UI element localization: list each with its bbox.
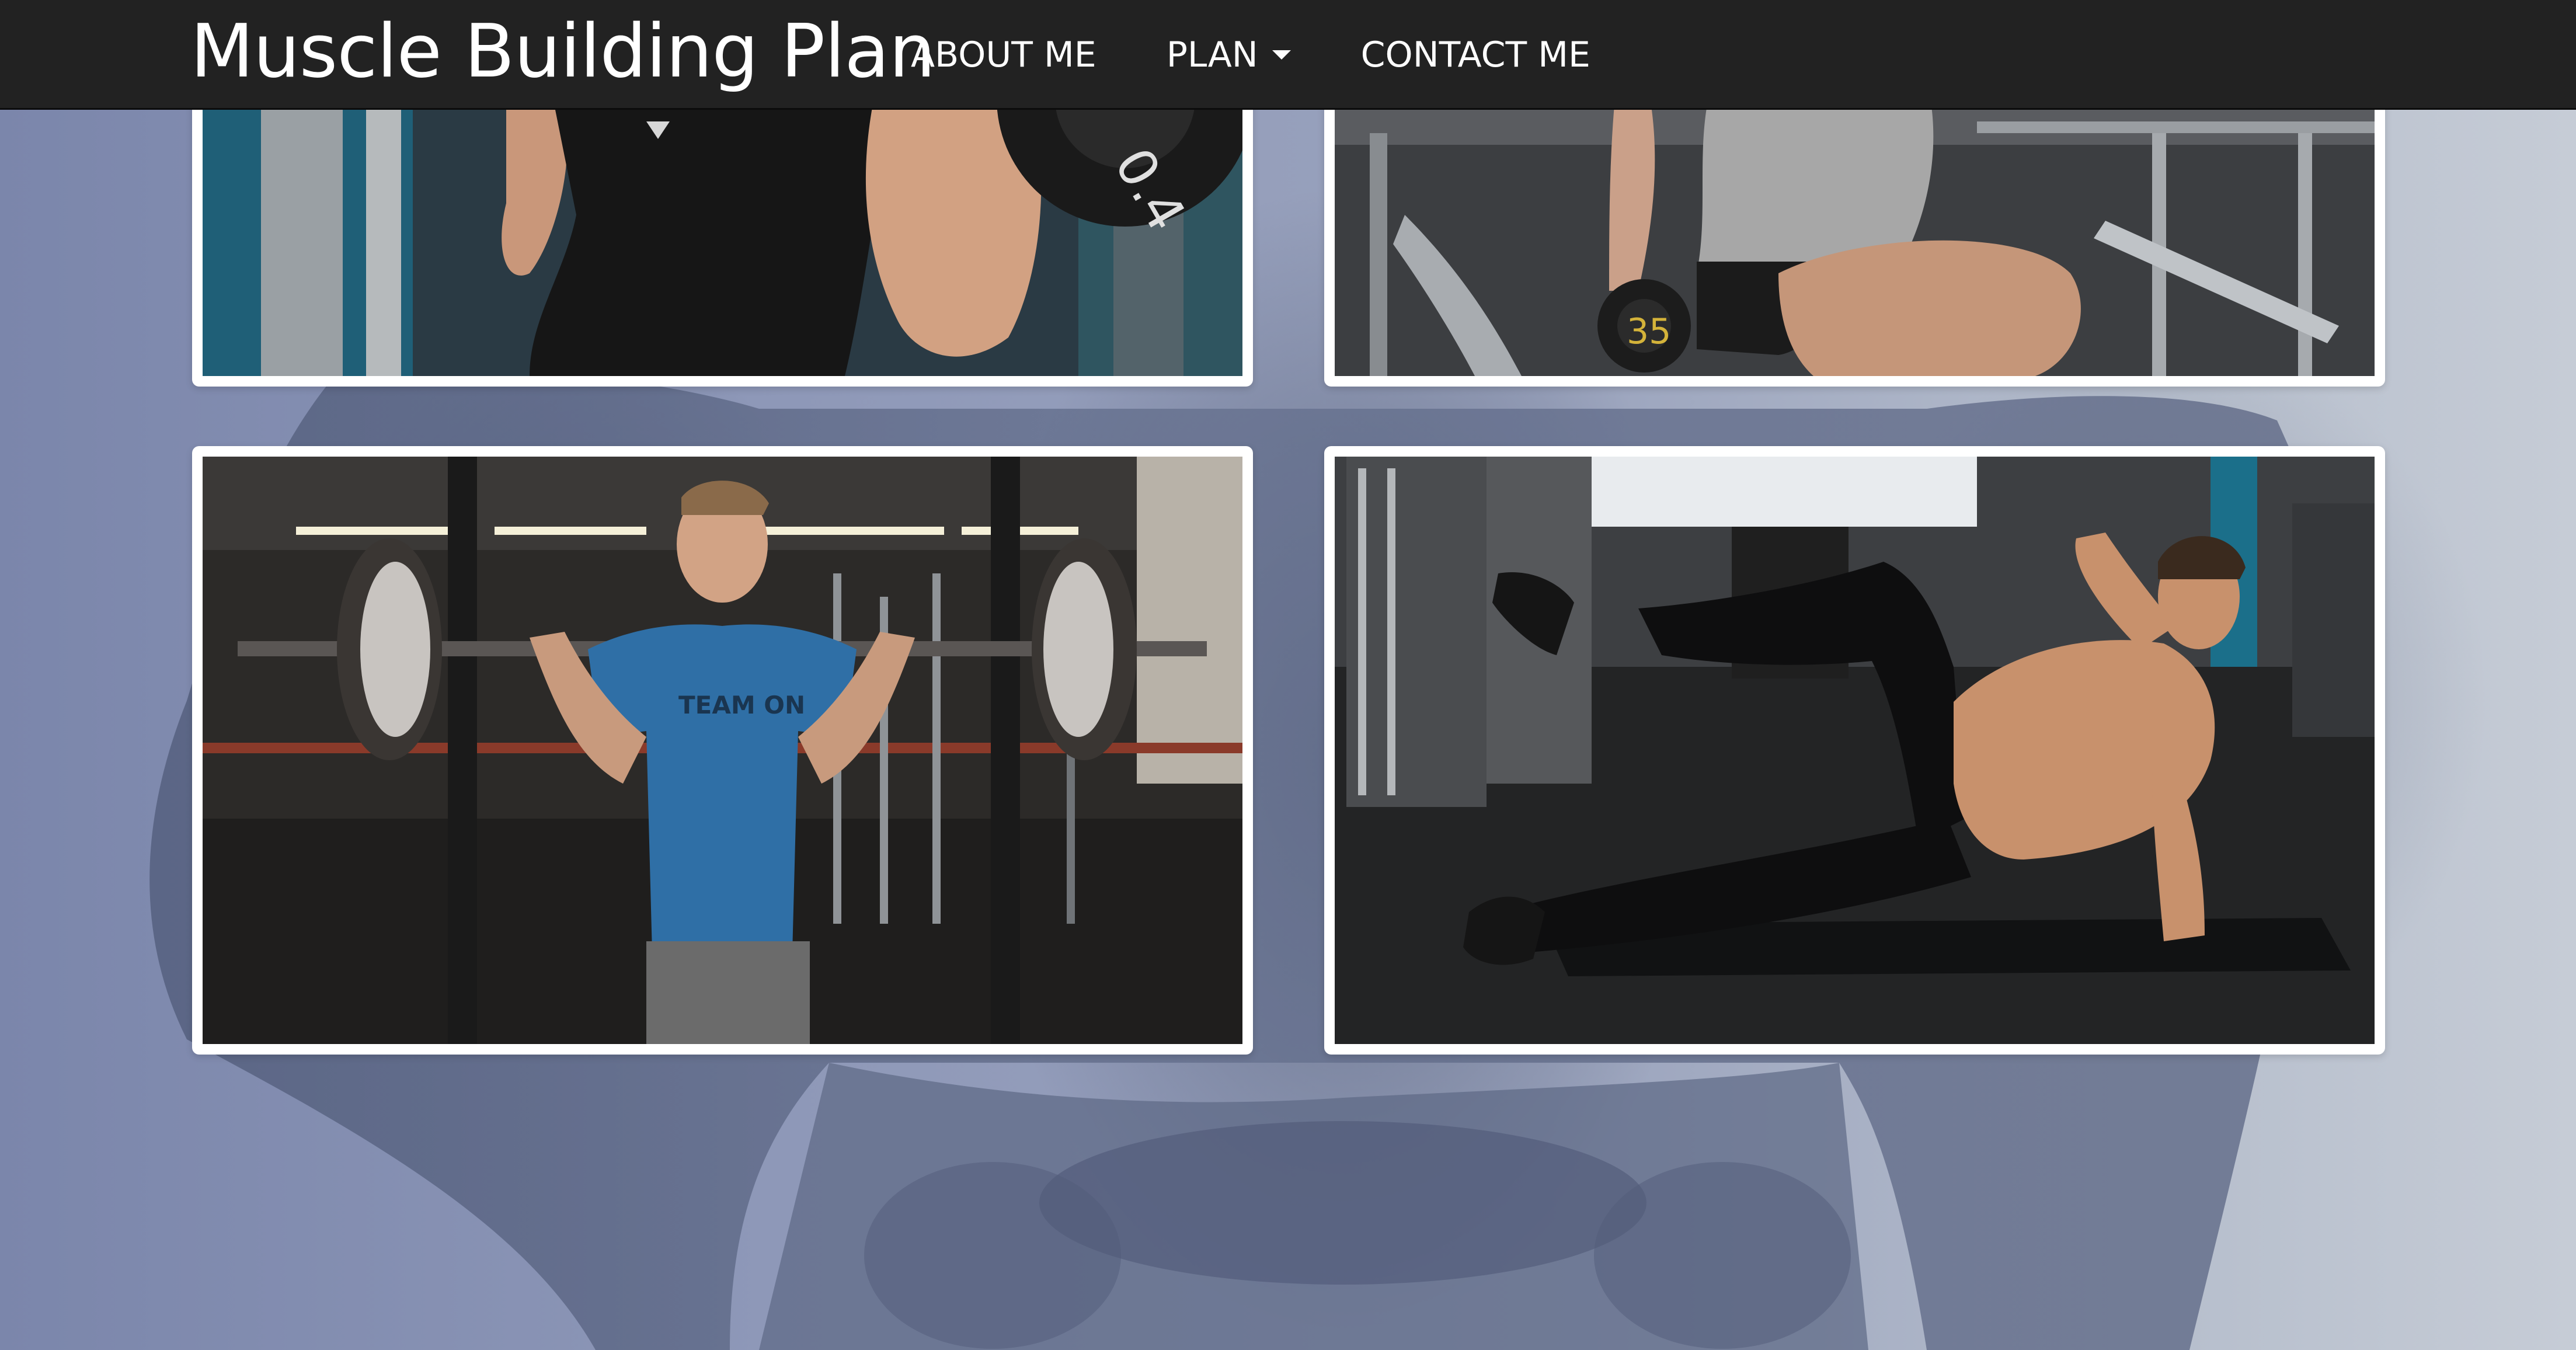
photo-barbell-curl: 0.4 [203, 98, 1242, 376]
dumbbell-label: 35 [1627, 311, 1671, 352]
nav-links: ABOUT ME PLAN CONTACT ME [911, 0, 1661, 110]
shirt-text: TEAM ON [678, 691, 805, 719]
caret-down-icon [1272, 50, 1291, 60]
photo-seated-dumbbell-curl: 35 [1335, 98, 2375, 376]
photo-side-plank [1335, 457, 2375, 1044]
nav-plan-dropdown[interactable]: PLAN [1167, 34, 1291, 75]
photo-barbell-squat: TEAM ON [203, 457, 1242, 1044]
nav-about-me-label: ABOUT ME [911, 34, 1096, 75]
gallery-image-barbell-curl[interactable]: 0.4 [192, 88, 1253, 387]
gallery-image-side-plank[interactable] [1324, 446, 2385, 1055]
brand-title[interactable]: Muscle Building Plan [190, 11, 935, 92]
gallery-image-barbell-squat[interactable]: TEAM ON [192, 446, 1253, 1055]
nav-contact-me[interactable]: CONTACT ME [1361, 34, 1590, 75]
top-navbar: Muscle Building Plan ABOUT ME PLAN CONTA… [0, 0, 2576, 110]
nav-about-me[interactable]: ABOUT ME [911, 34, 1096, 75]
gallery-image-seated-dumbbell-curl[interactable]: 35 [1324, 88, 2385, 387]
nav-plan-label: PLAN [1166, 34, 1258, 75]
nav-contact-me-label: CONTACT ME [1360, 34, 1590, 75]
